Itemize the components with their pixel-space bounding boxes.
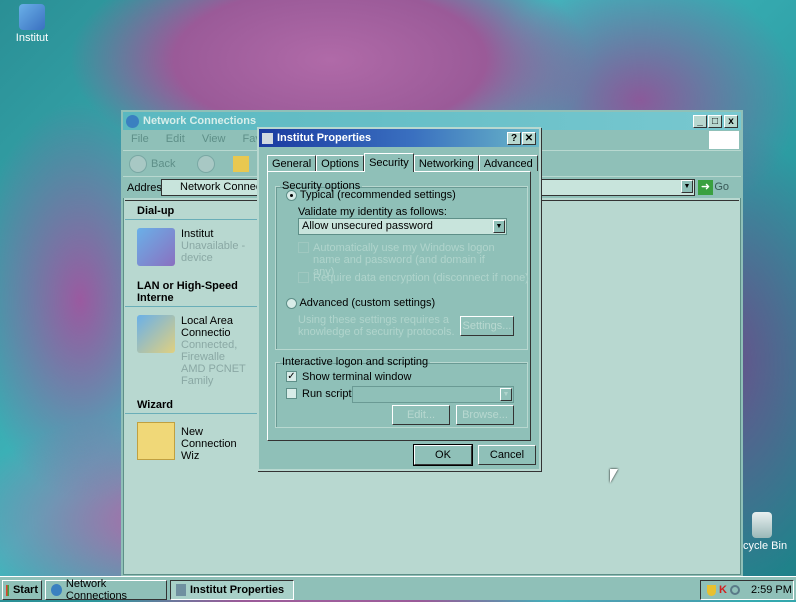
tab-options[interactable]: Options	[316, 155, 365, 171]
checkbox[interactable]: ✓	[286, 371, 297, 382]
settings-button[interactable]: Settings...	[460, 316, 514, 336]
close-button[interactable]: ✕	[522, 131, 536, 145]
forward-icon[interactable]	[197, 154, 216, 173]
dialup-connection-icon	[137, 228, 175, 266]
security-shield-icon[interactable]	[707, 584, 716, 596]
windows-logo-icon	[709, 131, 739, 149]
back-icon[interactable]	[129, 154, 147, 173]
connection-status: Connected, Firewalle	[181, 339, 238, 363]
volume-icon[interactable]	[729, 585, 740, 595]
connection-name: Local Area Connectio	[181, 315, 233, 339]
security-tab-page: Security options Typical (recommended se…	[267, 171, 531, 441]
menu-edit[interactable]: Edit	[166, 133, 185, 145]
connection-local-area[interactable]: Local Area Connectio Connected, Firewall…	[125, 307, 261, 395]
go-arrow-icon[interactable]: ➜	[698, 180, 713, 195]
tab-general[interactable]: General	[267, 155, 317, 171]
advanced-radio[interactable]: Advanced (custom settings)	[286, 297, 435, 309]
chevron-down-icon[interactable]: ▼	[493, 220, 505, 233]
wizard-icon	[137, 422, 175, 460]
require-encryption-checkbox[interactable]: Require data encryption (disconnect if n…	[298, 272, 529, 284]
start-label: Start	[12, 584, 38, 596]
window-title: Network Connections	[143, 115, 257, 127]
desktop-icon-label: Institut	[15, 32, 49, 44]
checkbox-label: Require data encryption (disconnect if n…	[313, 272, 529, 284]
desktop-icon-label: ecycle Bin	[736, 540, 788, 552]
desktop-icon-institut[interactable]: Institut	[2, 4, 62, 44]
task-label: Network Connections	[65, 578, 128, 602]
tab-advanced[interactable]: Advanced	[478, 155, 538, 171]
tab-networking[interactable]: Networking	[413, 155, 479, 171]
lan-connection-icon	[137, 315, 175, 353]
ok-button[interactable]: OK	[414, 445, 472, 465]
run-script-select[interactable]: ▼	[352, 386, 514, 403]
minimize-button[interactable]: _	[693, 114, 707, 128]
dialog-title-bar: Institut Properties ? ✕	[259, 129, 539, 147]
recycle-bin-icon	[752, 512, 772, 538]
validate-label: Validate my identity as follows:	[298, 206, 447, 218]
mouse-cursor	[610, 469, 618, 483]
select-value: Allow unsecured password	[302, 220, 433, 232]
radio-label: Advanced (custom settings)	[299, 297, 436, 309]
menu-file[interactable]: File	[131, 133, 149, 145]
radio-label: Typical (recommended settings)	[299, 189, 456, 201]
dialog-title: Institut Properties	[277, 132, 372, 144]
task-institut-properties[interactable]: Institut Properties	[170, 580, 294, 600]
taskbar: Start Network Connections Institut Prope…	[0, 576, 796, 602]
dialup-connection-icon	[19, 4, 45, 30]
connections-list: Dial-up Institut Unavailable - device LAN…	[125, 200, 261, 573]
windows-logo-icon	[6, 584, 9, 596]
checkbox-label: Run script:	[302, 388, 355, 400]
group-label: Interactive logon and scripting	[282, 356, 429, 368]
validate-identity-select[interactable]: Allow unsecured password ▼	[298, 218, 507, 235]
connection-device: AMD PCNET Family	[181, 363, 246, 387]
typical-radio[interactable]: Typical (recommended settings)	[286, 189, 456, 201]
advanced-description: Using these settings requires a knowledg…	[298, 314, 455, 338]
content-area	[541, 200, 739, 573]
section-dialup: Dial-up	[125, 201, 261, 220]
menu-view[interactable]: View	[202, 133, 226, 145]
tab-security[interactable]: Security	[364, 153, 414, 172]
checkbox[interactable]	[286, 388, 297, 399]
connection-institut[interactable]: Institut Unavailable - device	[125, 220, 261, 274]
run-script-checkbox[interactable]: Run script:	[286, 388, 355, 400]
radio-button[interactable]	[286, 297, 297, 309]
phone-icon	[176, 584, 186, 596]
address-dropdown[interactable]: ▼	[680, 179, 694, 196]
up-folder-icon[interactable]	[233, 155, 250, 172]
task-network-connections[interactable]: Network Connections	[45, 578, 167, 602]
show-terminal-checkbox[interactable]: ✓ Show terminal window	[286, 371, 411, 383]
checkbox[interactable]	[298, 272, 309, 283]
new-connection-wizard[interactable]: New Connection Wiz	[125, 414, 261, 470]
section-lan: LAN or High-Speed Interne	[125, 276, 261, 307]
close-button[interactable]: x	[724, 114, 738, 128]
network-icon	[51, 584, 62, 596]
task-label: Institut Properties	[190, 584, 285, 596]
properties-dialog: Institut Properties ? ✕ General Options …	[257, 127, 541, 471]
clock: 2:59 PM	[750, 584, 792, 596]
antivirus-k-icon[interactable]: K	[719, 584, 727, 596]
start-button[interactable]: Start	[2, 580, 42, 600]
network-icon	[126, 114, 139, 128]
connection-name: New Connection Wiz	[181, 426, 237, 462]
browse-button[interactable]: Browse...	[456, 405, 514, 425]
checkbox-label: Show terminal window	[302, 371, 412, 383]
checkbox[interactable]	[298, 242, 309, 253]
help-button[interactable]: ?	[507, 131, 521, 145]
radio-button[interactable]	[286, 189, 297, 201]
cancel-button[interactable]: Cancel	[478, 445, 536, 465]
edit-button[interactable]: Edit...	[392, 405, 450, 425]
chevron-down-icon[interactable]: ▼	[500, 388, 512, 401]
phone-icon	[262, 132, 273, 144]
go-button[interactable]: Go	[714, 181, 729, 193]
connection-status: Unavailable - device	[181, 240, 246, 264]
tab-strip: General Options Security Networking Adva…	[259, 153, 539, 172]
section-wizard: Wizard	[125, 395, 261, 414]
back-button[interactable]: Back	[151, 158, 175, 170]
maximize-button[interactable]: □	[708, 114, 722, 128]
connection-name: Institut	[181, 228, 214, 240]
system-tray: K 2:59 PM	[700, 580, 794, 600]
